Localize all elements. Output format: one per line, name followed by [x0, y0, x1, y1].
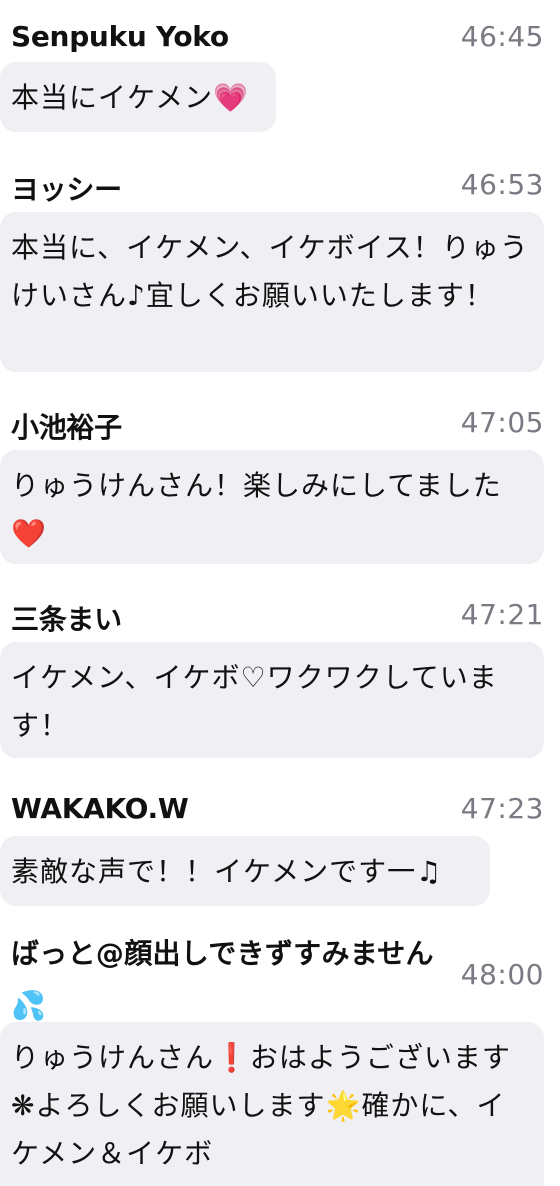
message-bubble: 本当に、イケメン、イケボイス！りゅうけいさん♪宜しくお願いいたします！: [0, 212, 544, 372]
message-timestamp: 47:23: [460, 792, 544, 825]
message-bubble: りゅうけんさん！楽しみにしてました❤️: [0, 450, 544, 564]
message-bubble: りゅうけんさん❗おはようございます❋よろしくお願いします🌟確かに、イケメン＆イケ…: [0, 1022, 544, 1186]
sender-name[interactable]: WAKAKO.W: [11, 792, 189, 825]
message-bubble: 素敵な声で！！イケメンです一♫: [0, 836, 490, 906]
message-header: WAKAKO.W 47:23: [0, 778, 560, 825]
sender-name[interactable]: 三条まい: [11, 598, 122, 638]
message-bubble: イケメン、イケボ♡ワクワクしています！: [0, 642, 544, 758]
message-timestamp: 46:45: [460, 20, 544, 53]
chat-message: 小池裕子 47:05: [0, 392, 560, 444]
message-bubble: 本当にイケメン💗: [0, 62, 276, 132]
message-timestamp: 47:05: [460, 406, 544, 439]
message-header: ヨッシー 46:53: [0, 154, 560, 206]
message-timestamp: 47:21: [460, 598, 544, 631]
chat-message: 三条まい 47:21: [0, 584, 560, 636]
chat-message: WAKAKO.W 47:23: [0, 778, 560, 825]
chat-message: Senpuku Yoko 46:45: [0, 6, 560, 53]
message-timestamp: 46:53: [460, 168, 544, 201]
sender-name[interactable]: 小池裕子: [11, 406, 122, 446]
chat-message: ヨッシー 46:53: [0, 154, 560, 206]
message-header: 小池裕子 47:05: [0, 392, 560, 444]
sender-name[interactable]: Senpuku Yoko: [11, 20, 229, 53]
message-header: 三条まい 47:21: [0, 584, 560, 636]
sender-name[interactable]: ヨッシー: [11, 168, 122, 208]
message-header: Senpuku Yoko 46:45: [0, 6, 560, 53]
chat-message-list: Senpuku Yoko 46:45 本当にイケメン💗 ヨッシー 46:53 本…: [0, 0, 560, 1186]
sender-name[interactable]: ばっと@顔出しできずすみません💦: [11, 928, 461, 1032]
message-timestamp: 48:00: [460, 958, 544, 991]
